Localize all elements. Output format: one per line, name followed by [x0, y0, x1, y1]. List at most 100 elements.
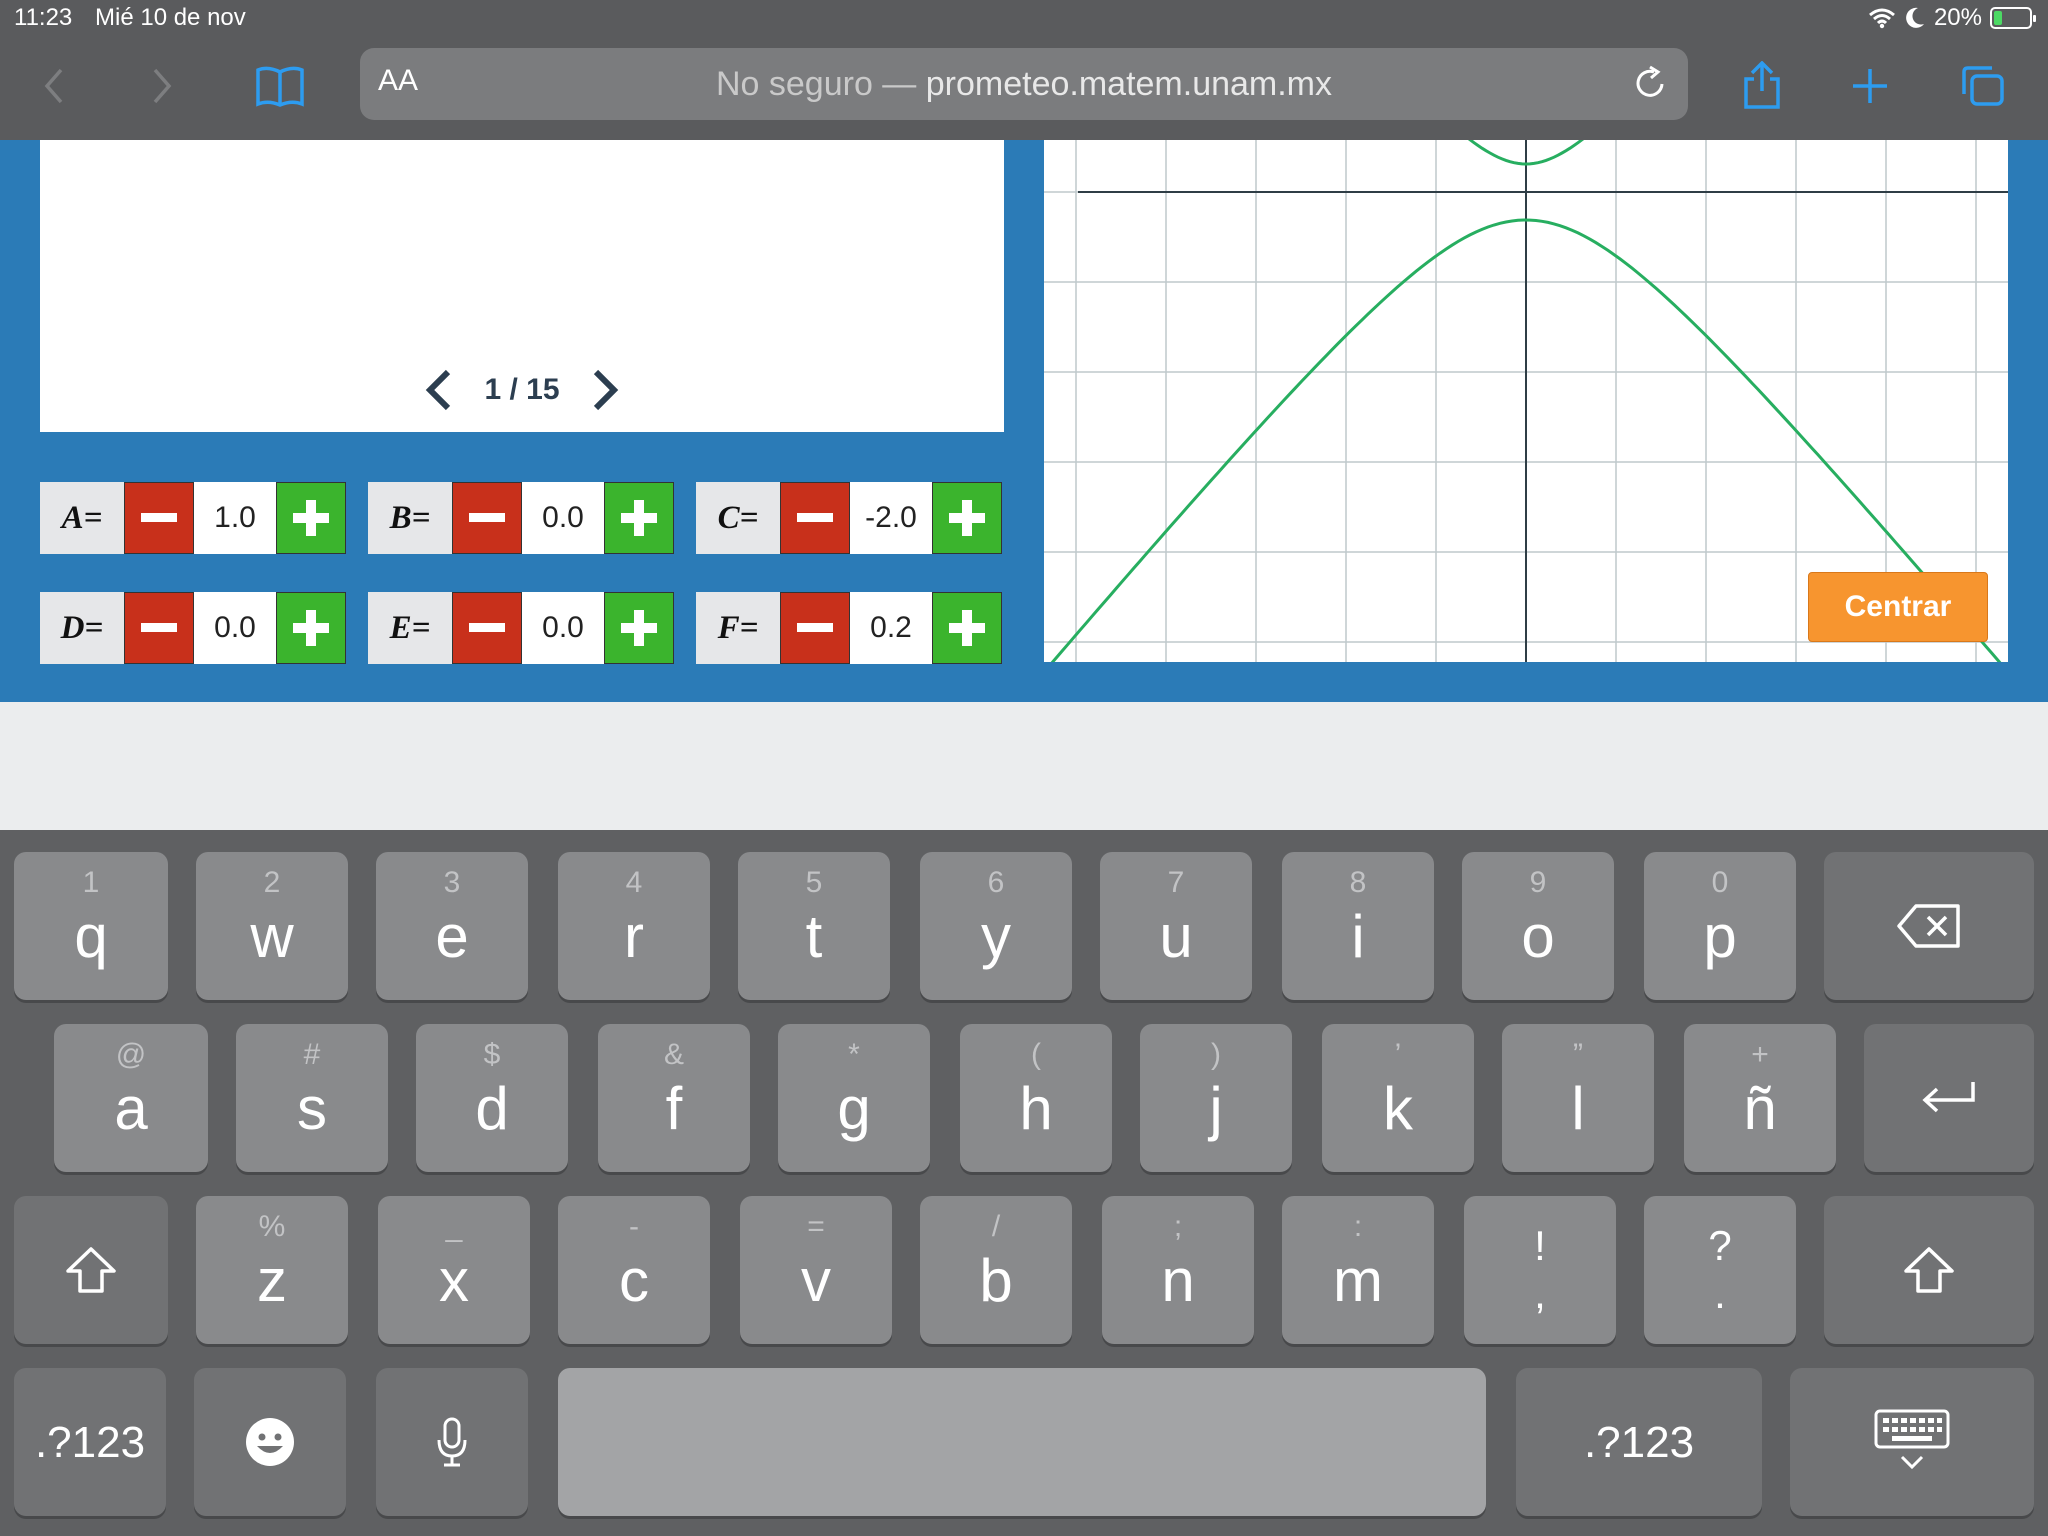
key-p[interactable]: 0p — [1644, 852, 1796, 1000]
increment-button[interactable] — [604, 592, 674, 664]
param-value-input[interactable]: 0.0 — [194, 592, 276, 664]
shift-key-left[interactable] — [14, 1196, 168, 1344]
key-k[interactable]: ’ k — [1322, 1024, 1474, 1172]
key-label: .?123 — [34, 1418, 146, 1467]
increment-button[interactable] — [276, 592, 346, 664]
key-w[interactable]: 2w — [196, 852, 348, 1000]
key-y[interactable]: 6y — [920, 852, 1072, 1000]
param-d: D= 0.0 — [40, 592, 346, 664]
key-b[interactable]: / b — [920, 1196, 1072, 1344]
key-u[interactable]: 7u — [1100, 852, 1252, 1000]
center-button[interactable]: Centrar — [1808, 572, 1988, 642]
key-secondary: = — [807, 1210, 825, 1243]
decrement-button[interactable] — [452, 482, 522, 554]
space-key[interactable] — [558, 1368, 1486, 1516]
dictation-key[interactable] — [376, 1368, 528, 1516]
key-primary: e — [435, 903, 469, 970]
key-question-period[interactable]: ?. — [1644, 1196, 1796, 1344]
key-primary: l — [1571, 1075, 1585, 1142]
key-g[interactable]: * g — [778, 1024, 930, 1172]
key-n[interactable]: ; n — [1102, 1196, 1254, 1344]
key-c[interactable]: -c — [558, 1196, 710, 1344]
tabs-icon — [1962, 66, 2004, 106]
key-primary: j — [1209, 1075, 1223, 1142]
share-button[interactable] — [1734, 58, 1790, 114]
decrement-button[interactable] — [124, 482, 194, 554]
param-value: 0.2 — [870, 611, 912, 644]
key-m[interactable]: :m — [1282, 1196, 1434, 1344]
decrement-button[interactable] — [124, 592, 194, 664]
key-primary: , — [1534, 1270, 1546, 1317]
decrement-button[interactable] — [780, 592, 850, 664]
emoji-key[interactable] — [194, 1368, 346, 1516]
graph-panel[interactable]: Centrar — [1044, 140, 2008, 662]
reload-icon[interactable] — [1632, 64, 1670, 104]
book-icon — [256, 66, 304, 107]
onscreen-keyboard: 1q 2w 3e 4r 5t 6y 7u 8i 9o 0p @ a # s $ d &… — [0, 830, 2048, 1536]
delete-key[interactable] — [1824, 852, 2034, 1000]
key-d[interactable]: $ d — [416, 1024, 568, 1172]
param-value-input[interactable]: -2.0 — [850, 482, 932, 554]
tabs-button[interactable] — [1954, 58, 2010, 114]
key-s[interactable]: # s — [236, 1024, 388, 1172]
battery-percent: 20% — [1933, 4, 1982, 31]
prev-slide-button[interactable] — [420, 368, 456, 412]
numbers-key-left[interactable]: .?123 — [14, 1368, 166, 1516]
key-i[interactable]: 8i — [1282, 852, 1434, 1000]
minus-icon — [797, 623, 833, 632]
increment-button[interactable] — [932, 592, 1002, 664]
key-h[interactable]: (h — [960, 1024, 1112, 1172]
key-n-tilde[interactable]: + ñ — [1684, 1024, 1836, 1172]
next-slide-button[interactable] — [588, 368, 624, 412]
forward-button[interactable] — [134, 58, 190, 114]
key-x[interactable]: _ x — [378, 1196, 530, 1344]
key-e[interactable]: 3e — [376, 852, 528, 1000]
param-value-input[interactable]: 0.0 — [522, 592, 604, 664]
param-label: B= — [368, 482, 452, 554]
return-key[interactable] — [1864, 1024, 2034, 1172]
key-z[interactable]: % z — [196, 1196, 348, 1344]
key-v[interactable]: = v — [740, 1196, 892, 1344]
key-q[interactable]: 1q — [14, 852, 168, 1000]
param-value-input[interactable]: 0.0 — [522, 482, 604, 554]
key-exclamation-comma[interactable]: !, — [1464, 1196, 1616, 1344]
key-primary: n — [1161, 1247, 1195, 1314]
param-value-input[interactable]: 0.2 — [850, 592, 932, 664]
address-bar[interactable]: AA No seguro — prometeo.matem.unam.mx — [360, 48, 1688, 120]
dismiss-keyboard-key[interactable] — [1790, 1368, 2034, 1516]
key-primary: a — [114, 1075, 148, 1142]
minus-icon — [469, 623, 505, 632]
key-o[interactable]: 9o — [1462, 852, 1614, 1000]
key-l[interactable]: ” l — [1502, 1024, 1654, 1172]
increment-button[interactable] — [276, 482, 346, 554]
param-value-input[interactable]: 1.0 — [194, 482, 276, 554]
bookmarks-button[interactable] — [252, 58, 308, 114]
key-j[interactable]: ) j — [1140, 1024, 1292, 1172]
key-t[interactable]: 5t — [738, 852, 890, 1000]
key-primary: m — [1333, 1247, 1383, 1314]
url-text[interactable]: No seguro — prometeo.matem.unam.mx — [360, 65, 1688, 104]
shift-icon — [66, 1247, 116, 1293]
key-primary: c — [619, 1247, 649, 1314]
backspace-icon — [1897, 904, 1960, 948]
new-tab-button[interactable] — [1842, 58, 1898, 114]
plus-icon — [1853, 69, 1887, 103]
key-a[interactable]: @ a — [54, 1024, 208, 1172]
wifi-icon — [1868, 8, 1895, 29]
key-secondary: 7 — [1167, 866, 1185, 899]
key-secondary: @ — [115, 1038, 147, 1071]
key-primary: k — [1383, 1075, 1413, 1142]
increment-button[interactable] — [932, 482, 1002, 554]
status-date: Mié 10 de nov — [95, 4, 246, 31]
decrement-button[interactable] — [780, 482, 850, 554]
increment-button[interactable] — [604, 482, 674, 554]
key-r[interactable]: 4r — [558, 852, 710, 1000]
key-f[interactable]: & f — [598, 1024, 750, 1172]
key-secondary: ; — [1173, 1210, 1183, 1243]
key-secondary: # — [303, 1038, 321, 1071]
decrement-button[interactable] — [452, 592, 522, 664]
url-domain: prometeo.matem.unam.mx — [925, 65, 1333, 103]
back-button[interactable] — [26, 58, 82, 114]
shift-key-right[interactable] — [1824, 1196, 2034, 1344]
numbers-key-right[interactable]: .?123 — [1516, 1368, 1762, 1516]
